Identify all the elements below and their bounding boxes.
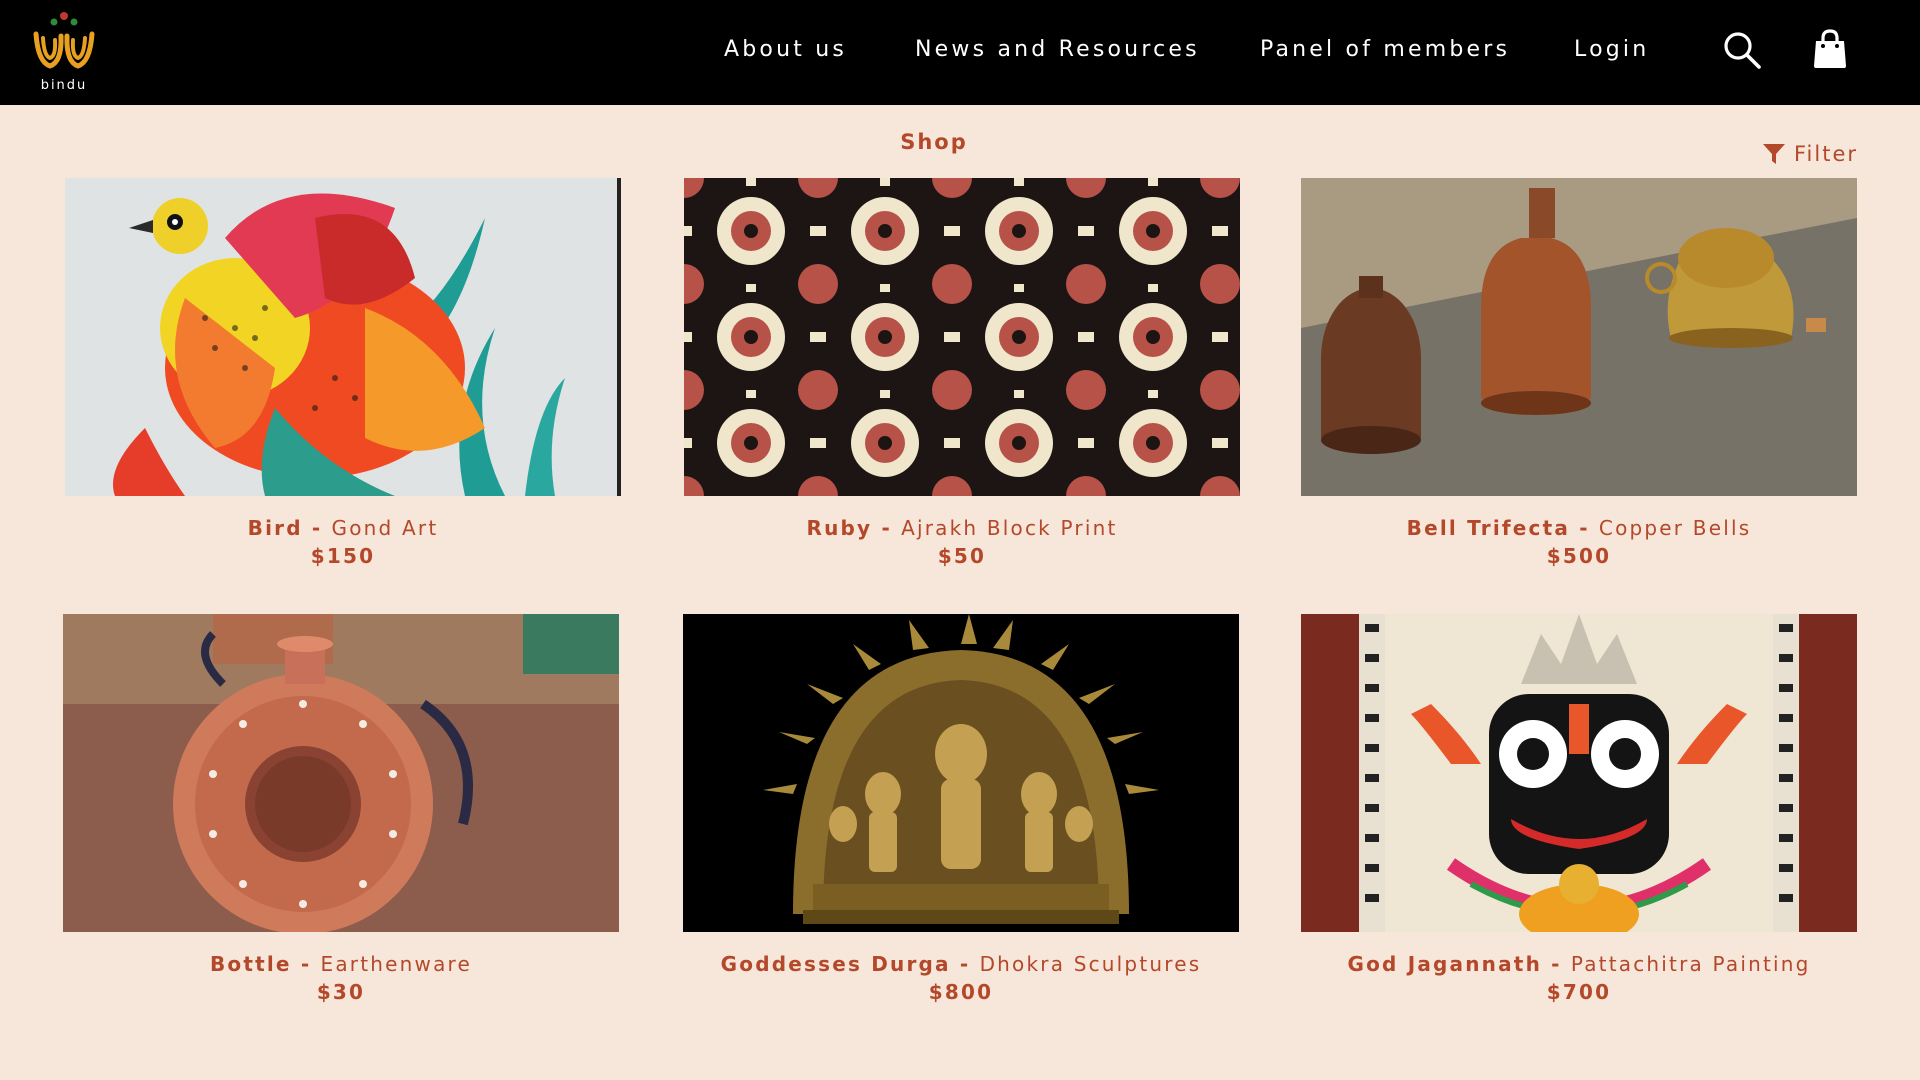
product-caption: Bottle - Earthenware: [63, 952, 619, 976]
product-card-bell-trifecta[interactable]: Bell Trifecta - Copper Bells $500: [1301, 178, 1857, 568]
product-name: Bird -: [247, 516, 332, 540]
product-caption: Goddesses Durga - Dhokra Sculptures: [683, 952, 1239, 976]
product-type: Earthenware: [320, 952, 473, 976]
filter-button[interactable]: Filter: [1762, 140, 1858, 168]
product-price: $30: [316, 980, 366, 1004]
product-caption: God Jagannath - Pattachitra Painting: [1301, 952, 1857, 976]
product-type: Ajrakh Block Print: [901, 516, 1118, 540]
product-card-ruby[interactable]: Ruby - Ajrakh Block Print $50: [684, 178, 1240, 568]
product-price: $50: [937, 544, 987, 568]
product-caption: Ruby - Ajrakh Block Print: [684, 516, 1240, 540]
product-card-bottle[interactable]: Bottle - Earthenware $30: [63, 614, 619, 1004]
nav-news-and-resources[interactable]: News and Resources: [915, 37, 1200, 62]
product-name: Bottle -: [209, 952, 321, 976]
brand-logo[interactable]: bindu: [28, 10, 100, 94]
product-name: Goddesses Durga -: [720, 952, 980, 976]
product-card-god-jagannath[interactable]: God Jagannath - Pattachitra Painting $70…: [1301, 614, 1857, 1004]
product-caption: Bell Trifecta - Copper Bells: [1301, 516, 1857, 540]
page-title: Shop: [900, 130, 968, 154]
product-image-ruby[interactable]: [684, 178, 1240, 496]
product-image-bottle[interactable]: [63, 614, 619, 932]
top-nav-bar: bindu About us News and Resources Panel …: [0, 0, 1920, 105]
product-card-goddesses-durga[interactable]: Goddesses Durga - Dhokra Sculptures $800: [683, 614, 1239, 1004]
bindu-logo-icon: [33, 12, 95, 69]
product-type: Gond Art: [331, 516, 439, 540]
search-icon[interactable]: [1722, 30, 1762, 70]
product-price: $500: [1546, 544, 1612, 568]
product-name: Bell Trifecta -: [1406, 516, 1599, 540]
product-price: $150: [310, 544, 376, 568]
nav-panel-of-members[interactable]: Panel of members: [1260, 37, 1510, 62]
product-card-bird[interactable]: Bird - Gond Art $150: [65, 178, 621, 568]
shopping-bag-icon[interactable]: [1812, 28, 1848, 70]
product-image-bell-trifecta[interactable]: [1301, 178, 1857, 496]
product-image-god-jagannath[interactable]: [1301, 614, 1857, 932]
product-caption: Bird - Gond Art: [65, 516, 621, 540]
product-type: Pattachitra Painting: [1570, 952, 1811, 976]
nav-about-us[interactable]: About us: [724, 37, 847, 62]
filter-label: Filter: [1794, 142, 1859, 166]
product-type: Copper Bells: [1598, 516, 1752, 540]
product-image-bird[interactable]: [65, 178, 621, 496]
product-type: Dhokra Sculptures: [979, 952, 1202, 976]
product-price: $800: [928, 980, 994, 1004]
product-price: $700: [1546, 980, 1612, 1004]
product-name: Ruby -: [806, 516, 902, 540]
product-name: God Jagannath -: [1347, 952, 1571, 976]
brand-name: bindu: [40, 78, 88, 93]
nav-login[interactable]: Login: [1574, 37, 1649, 62]
product-image-goddesses-durga[interactable]: [683, 614, 1239, 932]
funnel-icon: [1763, 144, 1785, 164]
